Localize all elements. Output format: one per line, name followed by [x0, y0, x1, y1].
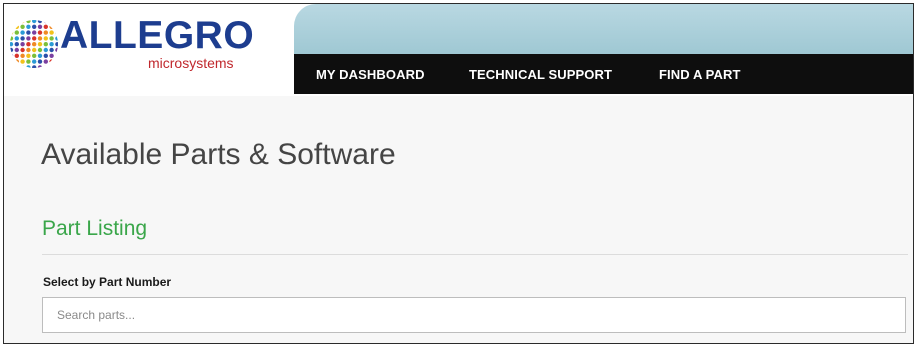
page-title: Available Parts & Software — [41, 138, 396, 171]
nav-find-a-part[interactable]: FIND A PART — [659, 67, 741, 82]
section-divider — [42, 254, 908, 255]
allegro-logo[interactable]: ALLEGRO microsystems — [8, 14, 255, 76]
brand-subtitle: microsystems — [148, 55, 234, 71]
main-nav: MY DASHBOARD TECHNICAL SUPPORT FIND A PA… — [294, 54, 913, 94]
app-window: ALLEGRO microsystems MY DASHBOARD TECHNI… — [3, 3, 914, 344]
brand-name: ALLEGRO — [60, 14, 255, 57]
nav-my-dashboard[interactable]: MY DASHBOARD — [316, 67, 425, 82]
site-header: ALLEGRO microsystems MY DASHBOARD TECHNI… — [4, 4, 913, 96]
nav-technical-support[interactable]: TECHNICAL SUPPORT — [469, 67, 612, 82]
globe-logo-icon — [10, 20, 58, 68]
header-banner — [294, 4, 913, 54]
main-content: Available Parts & Software Part Listing … — [4, 96, 913, 343]
part-number-label: Select by Part Number — [43, 275, 172, 289]
search-parts-input[interactable] — [42, 297, 906, 333]
section-title: Part Listing — [42, 217, 148, 240]
